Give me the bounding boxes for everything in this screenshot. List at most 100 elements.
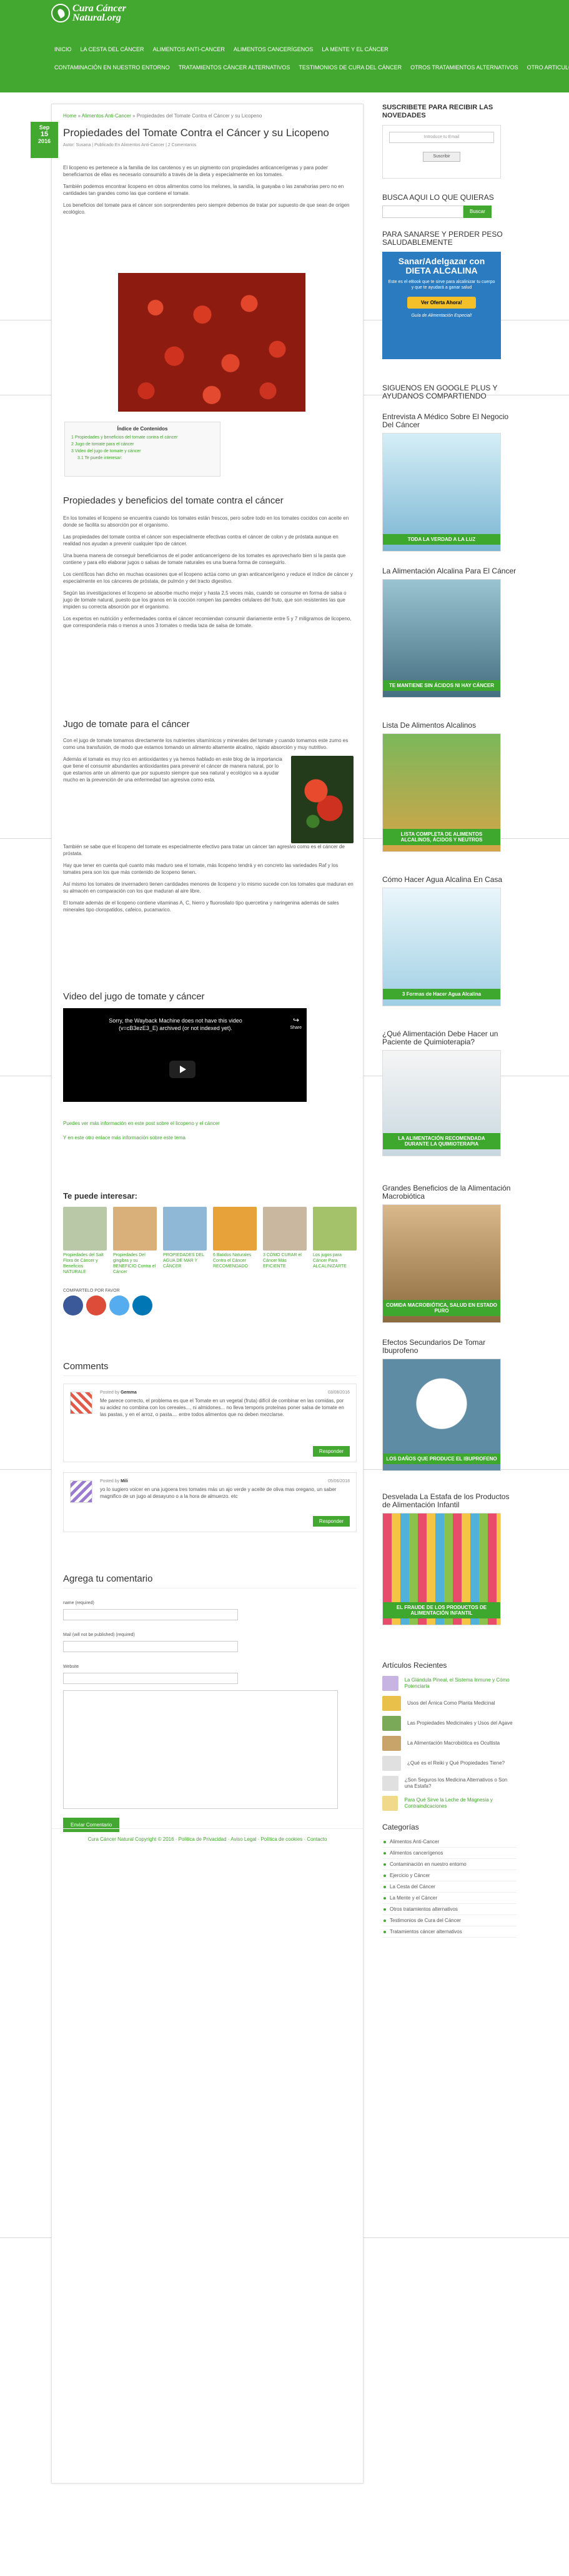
widget-banner[interactable]: LOS DAÑOS QUE PRODUCE EL IBUPROFENO [382, 1359, 501, 1471]
related-thumbnail [63, 1207, 107, 1251]
nav-item-contaminacion[interactable]: Contaminación en Nuestro Entorno [51, 63, 173, 72]
facebook-icon[interactable] [63, 1295, 83, 1315]
breadcrumb-category[interactable]: Alimentos Anti-Cancer [82, 113, 131, 119]
recent-link[interactable]: Para Qué Sirve la Leche de Magnesia y Co… [404, 1797, 517, 1810]
recent-item[interactable]: Usos del Árnica Como Planta Medicinal [382, 1696, 517, 1711]
site-logo[interactable]: Cura Cáncer Natural.org [51, 3, 126, 23]
recent-link[interactable]: ¿Qué es el Reiki y Qué Propiedades Tiene… [407, 1760, 505, 1766]
related-thumbnail [313, 1207, 357, 1251]
related-caption: 6 Batidos Naturales Contra el Cáncer REC… [213, 1253, 252, 1269]
recent-item[interactable]: La Alimentación Macrobiótica es Ocultist… [382, 1736, 517, 1751]
reply-button[interactable]: Responder [312, 1516, 350, 1527]
search-button[interactable]: Buscar [463, 206, 492, 218]
name-field[interactable] [63, 1609, 238, 1620]
nav-item-tratamientos[interactable]: Tratamientos Cáncer Alternativos [176, 63, 294, 72]
email-field[interactable] [63, 1641, 238, 1652]
category-item[interactable]: Tratamientos cáncer alternativos [382, 1926, 517, 1938]
related-thumbnail [163, 1207, 207, 1251]
related-item[interactable]: 6 Batidos Naturales Contra el Cáncer REC… [213, 1207, 257, 1275]
banner-cta[interactable]: Ver Oferta Ahora! [407, 297, 476, 309]
main-nav-row2: Contaminación en Nuestro Entorno Tratami… [51, 63, 569, 72]
category-item[interactable]: Alimentos Anti-Cancer [382, 1836, 517, 1848]
recent-item[interactable]: ¿Son Seguros los Medicina Alternativos o… [382, 1776, 517, 1791]
nav-item-otro-articulo[interactable]: Otro Articulo [524, 63, 569, 72]
comment-textarea[interactable] [63, 1690, 338, 1809]
widget-banner[interactable]: LA ALIMENTACIÓN RECOMENDADA DURANTE LA Q… [382, 1050, 501, 1156]
recent-link[interactable]: ¿Son Seguros los Medicina Alternativos o… [405, 1777, 517, 1790]
mail-label: Mail (will not be published) (required) [63, 1633, 135, 1637]
nav-item-mente[interactable]: La Mente y el Cáncer [319, 45, 391, 54]
nav-item-anticancer[interactable]: Alimentos Anti-Cancer [150, 45, 228, 54]
subscribe-box: Introduce tu Email Suscribir [382, 125, 501, 179]
category-item[interactable]: Ejercicio y Cáncer [382, 1870, 517, 1881]
category-item[interactable]: Otros tratamientos alternativos [382, 1904, 517, 1915]
recent-link[interactable]: La Glándula Pineal, el Sistema Inmune y … [405, 1677, 517, 1690]
recent-thumbnail [382, 1676, 398, 1691]
search-input[interactable] [382, 206, 463, 218]
comment-author: Gemma [121, 1390, 137, 1395]
twitter-icon[interactable] [109, 1295, 129, 1315]
related-item[interactable]: Propiedades Del gingibra y su BENEFICIO … [113, 1207, 157, 1275]
website-field[interactable] [63, 1673, 238, 1684]
widget-infantil: Desvelada La Estafa de los Productos de … [382, 1493, 517, 1655]
recent-link[interactable]: La Alimentación Macrobiótica es Ocultist… [407, 1740, 500, 1746]
widget-banner[interactable]: COMIDA MACROBIÓTICA, SALUD EN ESTADO PUR… [382, 1204, 501, 1323]
recent-link[interactable]: Las Propiedades Medicinales y Usos del A… [407, 1720, 513, 1726]
related-posts: Te puede interesar: Propiedades del Salt… [63, 1191, 357, 1315]
diet-banner[interactable]: Sanar/Adelgazar con DIETA ALCALINA Este … [382, 252, 501, 359]
more-info-link[interactable]: Y en este otro enlace más información so… [63, 1135, 357, 1141]
category-item[interactable]: Testimonios de Cura del Cáncer [382, 1915, 517, 1926]
recent-link[interactable]: Usos del Árnica Como Planta Medicinal [407, 1700, 495, 1707]
site-name-line1: Cura Cáncer [72, 3, 126, 14]
widget-banner[interactable]: LISTA COMPLETA DE ALIMENTOS ALCALINOS, Á… [382, 733, 501, 852]
subscribe-email-input[interactable]: Introduce tu Email [389, 132, 494, 143]
subscribe-button[interactable]: Suscribir [423, 152, 460, 162]
nav-item-cesta[interactable]: La Cesta del Cáncer [77, 45, 147, 54]
nav-item-inicio[interactable]: Inicio [51, 45, 75, 54]
section-heading: Jugo de tomate para el cáncer [63, 719, 190, 730]
comment: Posted by Mili 05/06/2018 yo lo sugiero … [63, 1472, 357, 1532]
google-plus-icon[interactable] [86, 1295, 106, 1315]
toc-item[interactable]: 3 Video del jugo de tomate y cáncer [71, 449, 214, 453]
form-title: Agrega tu comentario [63, 1573, 357, 1588]
recent-item[interactable]: La Glándula Pineal, el Sistema Inmune y … [382, 1676, 517, 1691]
share-icon[interactable]: ↪ [293, 1016, 299, 1024]
nav-item-cancerigenos[interactable]: Alimentos Cancerígenos [230, 45, 316, 54]
breadcrumb-home[interactable]: Home [63, 113, 76, 119]
related-item[interactable]: Propiedades del Salt Flora de Cáncer y B… [63, 1207, 107, 1275]
toc-title: Índice de Contenidos [117, 426, 168, 432]
recent-item[interactable]: Para Qué Sirve la Leche de Magnesia y Co… [382, 1796, 517, 1811]
widget-banner[interactable]: EL FRAUDE DE LOS PRODUCTOS DE ALIMENTACI… [382, 1513, 501, 1625]
related-thumbnail [213, 1207, 257, 1251]
category-item[interactable]: La Mente y el Cáncer [382, 1893, 517, 1904]
licopeno-link[interactable]: Puedes ver más información en este post … [63, 1121, 357, 1126]
categories-list: Alimentos Anti-Cancer Alimentos canceríg… [382, 1836, 517, 1938]
related-item[interactable]: Los jugos para Cáncer Para ALCALINIZARTE [313, 1207, 357, 1275]
avatar [70, 1392, 92, 1414]
video-player[interactable]: Sorry, the Wayback Machine does not have… [63, 1008, 307, 1102]
related-caption: Los jugos para Cáncer Para ALCALINIZARTE [313, 1253, 347, 1269]
category-item[interactable]: Alimentos cancerígenos [382, 1848, 517, 1859]
reply-button[interactable]: Responder [312, 1446, 350, 1457]
toc-item[interactable]: 3.1 Te puede interesar: [77, 456, 214, 460]
widget-banner[interactable]: TE MANTIENE SIN ÁCIDOS NI HAY CÁNCER [382, 579, 501, 698]
recent-title: Artículos Recientes [382, 1661, 447, 1670]
category-item[interactable]: La Cesta del Cáncer [382, 1881, 517, 1893]
paragraph: Así mismo los tomates de invernadero tie… [63, 881, 354, 894]
play-button[interactable] [169, 1061, 195, 1078]
recent-item[interactable]: ¿Qué es el Reiki y Qué Propiedades Tiene… [382, 1756, 517, 1771]
toc-item[interactable]: 1 Propiedades y beneficios del tomate co… [71, 435, 214, 440]
linkedin-icon[interactable] [132, 1295, 152, 1315]
widget-banner[interactable]: TODA LA VERDAD A LA LUZ [382, 433, 501, 552]
paragraph: El tomate además de el licopeno contiene… [63, 900, 339, 913]
category-item[interactable]: Contaminación en nuestro entorno [382, 1859, 517, 1870]
toc-item[interactable]: 2 Jugo de tomate para el cáncer [71, 442, 214, 447]
nav-item-otros[interactable]: Otros Tratamientos Alternativos [407, 63, 522, 72]
post-header: Propiedades del Tomate Contra el Cáncer … [63, 127, 357, 147]
paragraph: Con el jugo de tomate tomamos directamen… [63, 738, 349, 750]
nav-item-testimonios[interactable]: Testimonios de Cura del Cáncer [295, 63, 405, 72]
related-item[interactable]: 3 CÓMO CURAR el Cáncer Más EFICIENTE [263, 1207, 307, 1275]
recent-item[interactable]: Las Propiedades Medicinales y Usos del A… [382, 1716, 517, 1731]
related-item[interactable]: PROPIEDADES DEL AGUA DE MAR Y CÁNCER [163, 1207, 207, 1275]
widget-banner[interactable]: 3 Formas de Hacer Agua Alcalina [382, 888, 501, 1006]
